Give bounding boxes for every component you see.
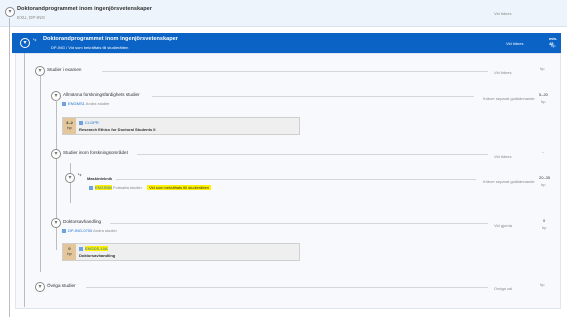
course-name: Doktorsavhandling	[79, 253, 116, 258]
studier-credits: hp	[540, 66, 545, 71]
allmanna-type: Andra studier	[85, 101, 110, 106]
top-subtitle: EXU, DP-ING	[17, 15, 46, 20]
avhandling-chevron-down-icon[interactable]: ▾	[51, 218, 61, 228]
inom-label: Studier inom forskningsområdet	[63, 150, 128, 155]
allmanna-label: Allmänna forskningsfärdighets studier	[63, 92, 140, 97]
ovriga-label: Övriga studier	[47, 283, 76, 288]
avhandling-status: Vid gjorda	[494, 223, 512, 228]
course-name: Research Ethics for Doctoral Students II	[79, 127, 156, 132]
panel-tree-line	[24, 53, 25, 307]
maskin-meta: ENGS5M Fortsatta studier Vid som bekräft…	[89, 185, 212, 190]
top-title: Doktorandprogrammet inom ingenjörsvetens…	[17, 6, 152, 12]
banner-title: Doktorandprogrammet inom ingenjörsvetens…	[43, 36, 178, 42]
course-tag-icon	[62, 101, 66, 106]
top-chevron-down-icon[interactable]: ▾	[5, 7, 15, 17]
allmanna-divider	[152, 96, 474, 97]
allmanna-meta: ENGMS1 Andra studier	[62, 101, 110, 106]
inom-divider	[137, 154, 488, 155]
course-code[interactable]: ENGDS-10A	[85, 246, 108, 251]
course-code[interactable]: CI-DPR	[85, 120, 99, 125]
course-credit-badge: 0 hp	[63, 244, 76, 260]
avhandling-meta: DP-ING-0700 Andra studier	[62, 228, 117, 233]
avhandling-credits-unit: hp	[542, 225, 547, 230]
allmanna-code[interactable]: ENGMS1	[68, 101, 85, 106]
allmanna-credits: 5–20	[539, 92, 548, 97]
avhandling-type: Andra studier	[93, 228, 117, 233]
course-code-row: ENGDS-10A	[79, 246, 108, 251]
studier-tree-line	[40, 76, 41, 272]
allmanna-credits-unit: hp	[541, 99, 546, 104]
ovriga-status: Ovriga val	[494, 286, 513, 291]
maskin-branch-icon: ⤷	[78, 172, 82, 178]
avhandling-credits: 0	[543, 218, 546, 223]
allmanna-status: Kräver separat godkännande	[483, 96, 535, 101]
maskin-status: Kräver separat godkännande	[483, 179, 535, 184]
course-tag-icon	[62, 228, 66, 233]
maskin-type: Fortsatta studier	[113, 185, 142, 190]
banner-branch-icon: ⤷	[33, 37, 37, 43]
avhandling-code[interactable]: DP-ING-0700	[68, 228, 92, 233]
banner-chevron-down-icon[interactable]: ▾	[20, 38, 30, 48]
top-status: Vid tidnes	[494, 11, 512, 16]
ovriga-credits: hp	[540, 282, 545, 287]
banner-status: Vid tidnes	[506, 41, 524, 46]
maskin-highlight: Vid som bekräftats till studierätten	[147, 185, 212, 190]
maskin-tree-line	[70, 163, 71, 203]
studier-status: Vid tidnes	[494, 70, 512, 75]
outer-tree-line	[9, 18, 10, 317]
maskin-code[interactable]: ENGS5M	[95, 185, 112, 190]
course-tag-icon	[79, 246, 83, 251]
ovriga-divider	[86, 287, 488, 288]
avhandling-divider	[110, 223, 488, 224]
studier-divider	[102, 71, 488, 72]
studier-label: Studier i examen	[47, 67, 82, 72]
ovriga-chevron-down-icon[interactable]: ▾	[35, 282, 45, 292]
avhandling-label: Doktorsavhandling	[63, 219, 102, 224]
maskin-label: Maskinteknik	[87, 176, 113, 181]
maskin-divider	[116, 179, 476, 180]
studier-chevron-down-icon[interactable]: ▾	[35, 66, 45, 76]
course-card-ethics[interactable]: 3–2 hp CI-DPR Research Ethics for Doctor…	[62, 117, 300, 135]
course-tag-icon	[79, 120, 83, 125]
course-tag-icon	[89, 185, 93, 190]
course-code-row: CI-DPR	[79, 120, 99, 125]
maskin-chevron-down-icon[interactable]: ▾	[65, 173, 75, 183]
inom-status: Vid tidnes	[494, 154, 512, 159]
inom-credits: –	[542, 149, 545, 154]
program-banner[interactable]: ▾ ⤷ Doktorandprogrammet inom ingenjörsve…	[12, 33, 561, 53]
banner-credits-unit: hp	[551, 43, 556, 48]
badge-bottom: hp	[67, 251, 72, 256]
top-row[interactable]	[0, 0, 567, 27]
maskin-credits: 20–35	[539, 175, 551, 180]
inom-chevron-down-icon[interactable]: ▾	[51, 149, 61, 159]
maskin-credits-unit: hp	[541, 182, 546, 187]
banner-subtitle: DP-ING / Vid som bekräftats till studier…	[51, 45, 129, 50]
course-card-thesis[interactable]: 0 hp ENGDS-10A Doktorsavhandling	[62, 243, 300, 261]
badge-bottom: hp	[67, 125, 72, 130]
course-credit-badge: 3–2 hp	[63, 118, 76, 134]
